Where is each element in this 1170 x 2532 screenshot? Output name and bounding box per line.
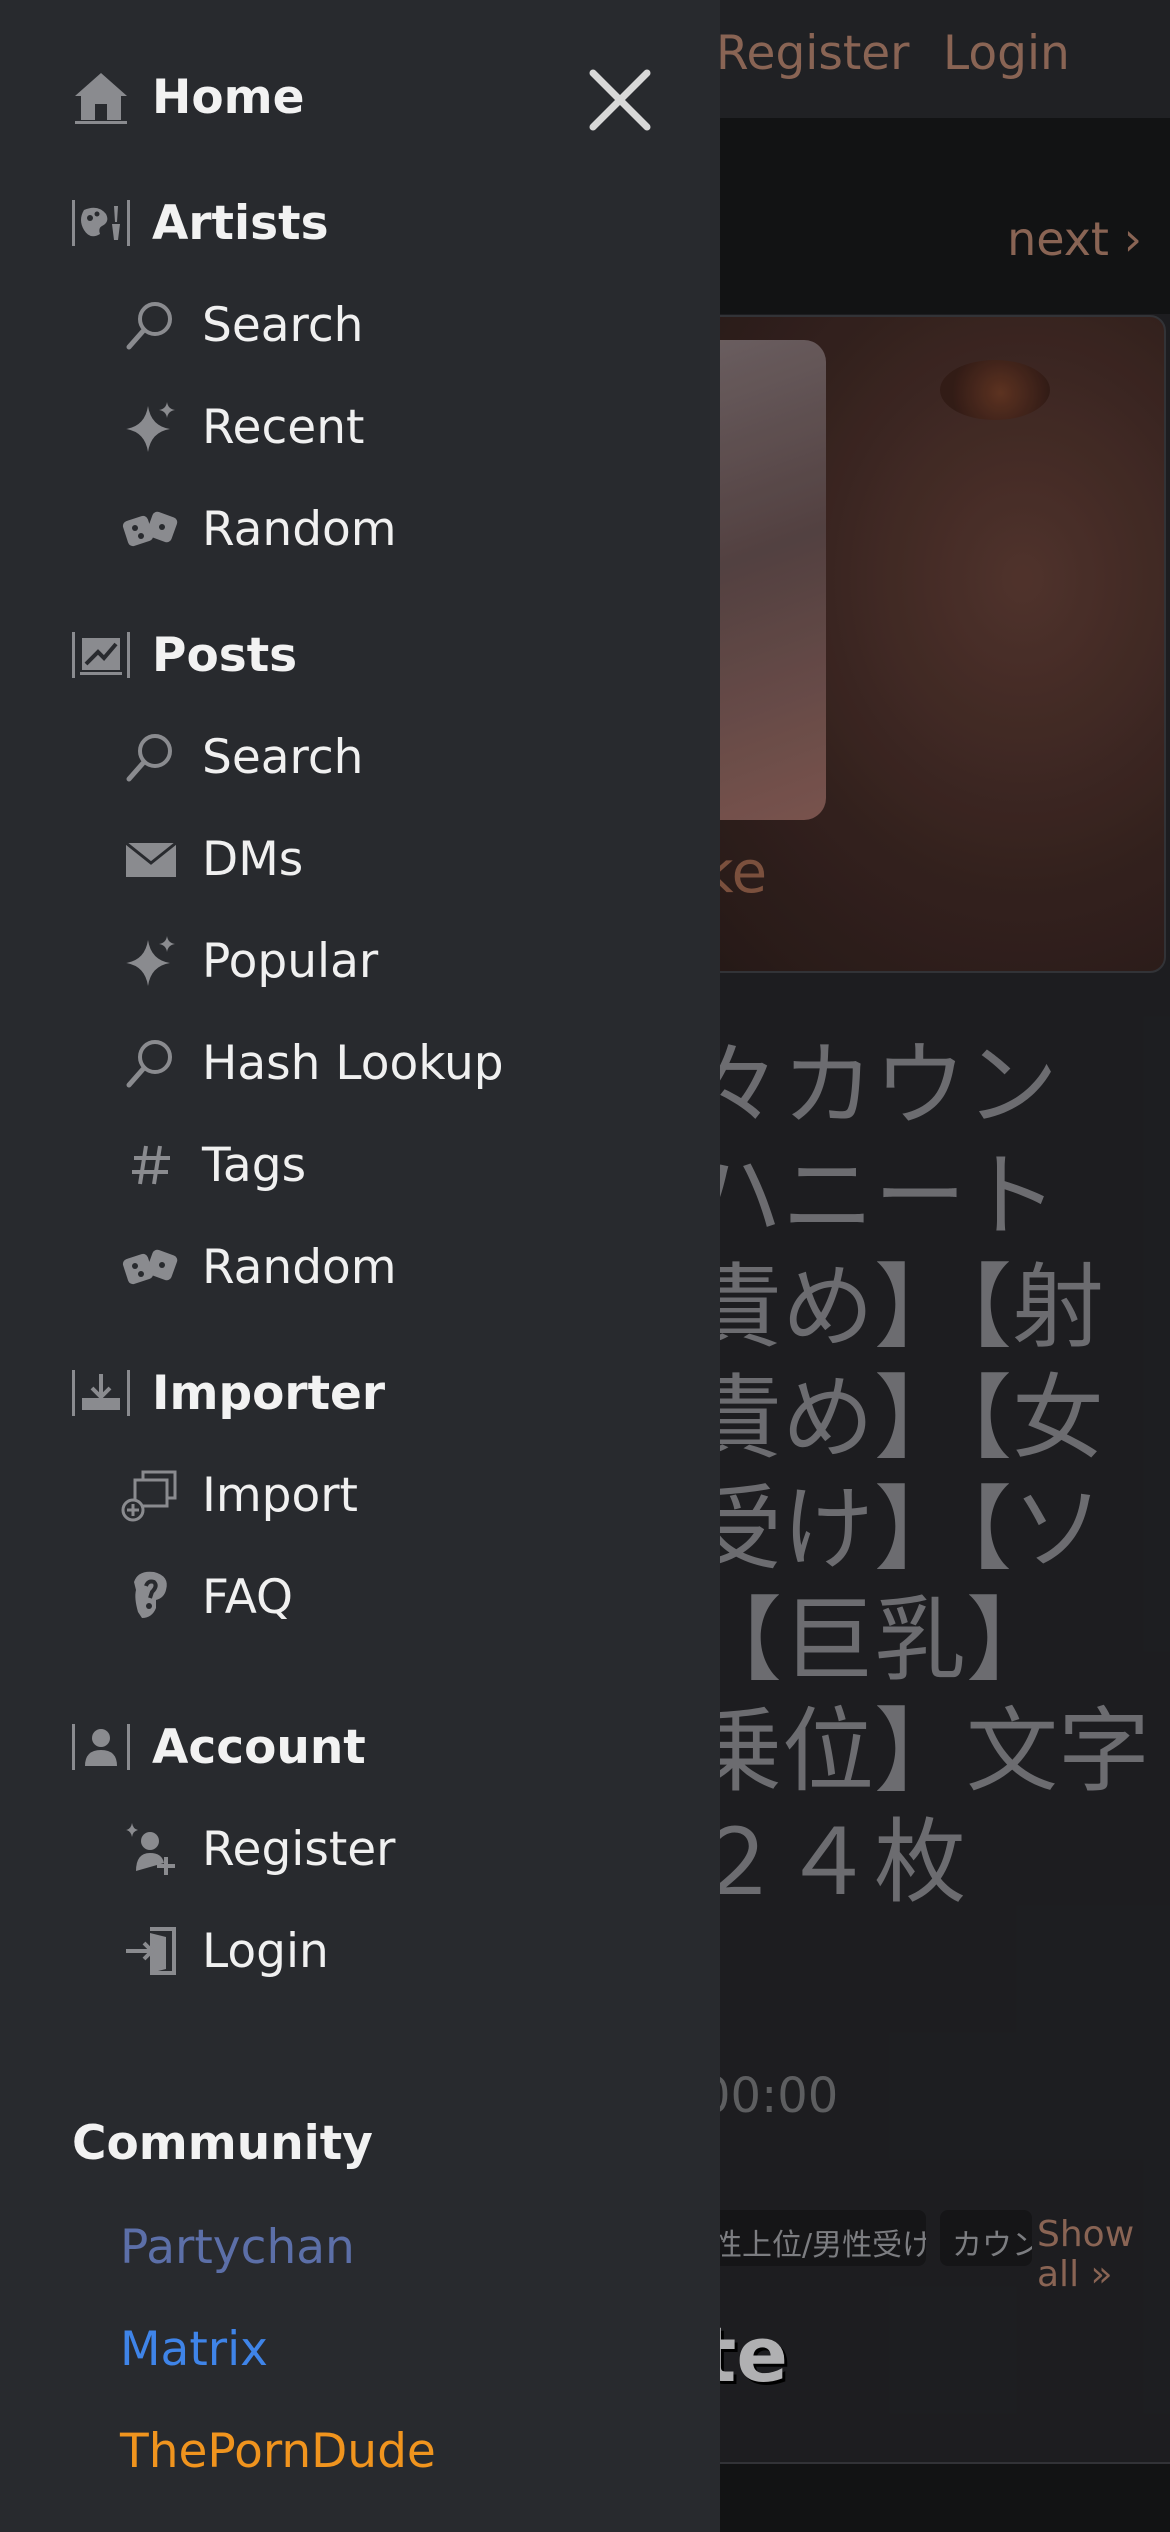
posts-popular-item[interactable]: Popular xyxy=(120,930,378,992)
posts-random-item[interactable]: Random xyxy=(120,1236,397,1298)
envelope-icon xyxy=(120,828,182,890)
person-badge-icon xyxy=(70,1716,132,1778)
home-icon xyxy=(70,66,132,128)
community-link-matrix[interactable]: Matrix xyxy=(120,2322,268,2377)
importer-faq-item[interactable]: FAQ xyxy=(120,1566,293,1628)
artists-recent-item[interactable]: Recent xyxy=(120,396,364,458)
posts-random-label: Random xyxy=(202,1239,397,1295)
sparkle-icon xyxy=(120,930,182,992)
posts-dms-label: DMs xyxy=(202,831,304,887)
chart-board-icon xyxy=(70,624,132,686)
importer-import-item[interactable]: Import xyxy=(120,1464,358,1526)
importer-import-label: Import xyxy=(202,1467,358,1523)
section-account[interactable]: Account xyxy=(70,1716,366,1778)
palette-icon xyxy=(70,192,132,254)
add-user-icon xyxy=(120,1818,182,1880)
account-login-item[interactable]: Login xyxy=(120,1920,329,1982)
dice-icon xyxy=(120,498,182,560)
section-artists-label: Artists xyxy=(152,195,329,251)
hash-icon xyxy=(120,1134,182,1196)
section-importer[interactable]: Importer xyxy=(70,1362,385,1424)
account-login-label: Login xyxy=(202,1923,329,1979)
account-register-label: Register xyxy=(202,1821,396,1877)
artists-random-label: Random xyxy=(202,501,397,557)
sparkle-icon xyxy=(120,396,182,458)
close-drawer-button[interactable] xyxy=(585,65,655,135)
community-link-partychan[interactable]: Partychan xyxy=(120,2220,355,2275)
posts-dms-item[interactable]: DMs xyxy=(120,828,303,890)
community-heading: Community xyxy=(72,2116,373,2171)
search-icon xyxy=(120,294,182,356)
account-register-item[interactable]: Register xyxy=(120,1818,396,1880)
nav-home[interactable]: Home xyxy=(70,66,304,128)
artists-search-label: Search xyxy=(202,297,364,353)
community-link-theporndude[interactable]: ThePornDude xyxy=(120,2424,436,2479)
dice-icon xyxy=(120,1236,182,1298)
section-posts[interactable]: Posts xyxy=(70,624,297,686)
posts-tags-item[interactable]: Tags xyxy=(120,1134,306,1196)
nav-home-label: Home xyxy=(152,69,305,125)
posts-tags-label: Tags xyxy=(202,1137,307,1193)
artists-random-item[interactable]: Random xyxy=(120,498,397,560)
artists-recent-label: Recent xyxy=(202,399,365,455)
login-door-icon xyxy=(120,1920,182,1982)
section-artists[interactable]: Artists xyxy=(70,192,329,254)
posts-hash-lookup-label: Hash Lookup xyxy=(202,1035,504,1091)
question-icon xyxy=(120,1566,182,1628)
section-importer-label: Importer xyxy=(152,1365,386,1421)
posts-search-label: Search xyxy=(202,729,364,785)
section-account-label: Account xyxy=(152,1719,366,1775)
posts-popular-label: Popular xyxy=(202,933,379,989)
navigation-drawer: Home Artists Search Recent Random Posts … xyxy=(0,0,720,2532)
close-icon xyxy=(589,69,651,131)
search-icon xyxy=(120,1032,182,1094)
posts-hash-lookup-item[interactable]: Hash Lookup xyxy=(120,1032,504,1094)
importer-faq-label: FAQ xyxy=(202,1569,294,1625)
posts-search-item[interactable]: Search xyxy=(120,726,363,788)
section-posts-label: Posts xyxy=(152,627,298,683)
search-icon xyxy=(120,726,182,788)
artists-search-item[interactable]: Search xyxy=(120,294,363,356)
import-windows-icon xyxy=(120,1464,182,1526)
download-tray-icon xyxy=(70,1362,132,1424)
